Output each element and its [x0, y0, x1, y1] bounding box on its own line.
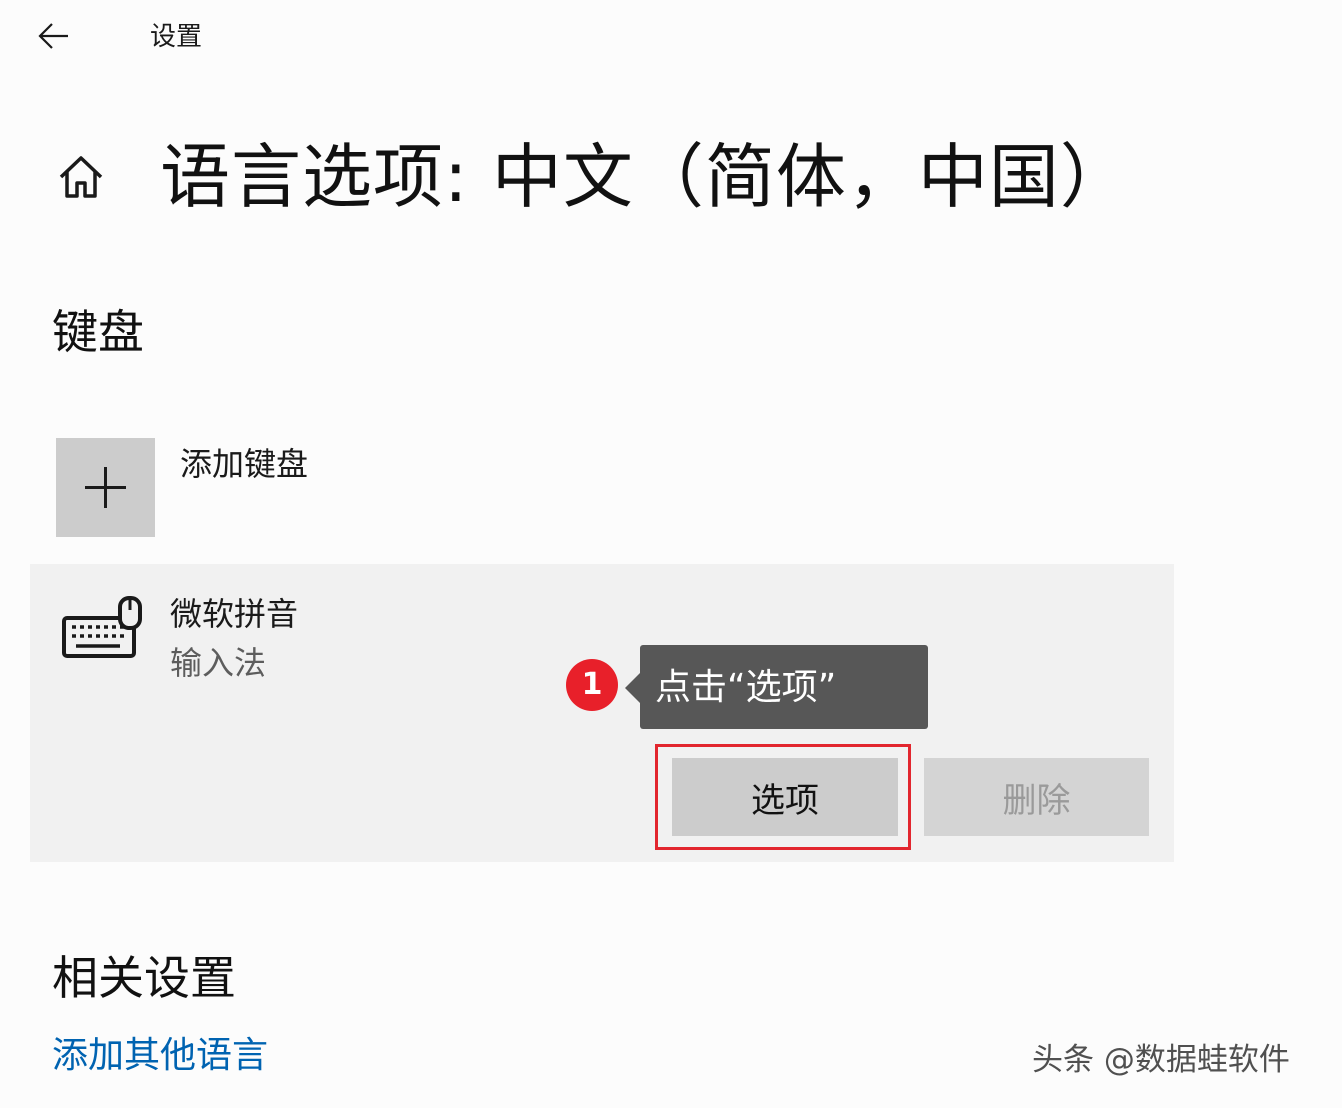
- keyboard-section-heading: 键盘: [52, 305, 144, 359]
- add-keyboard-label[interactable]: 添加键盘: [180, 444, 308, 484]
- tooltip-text: 点击“选项”: [655, 667, 837, 708]
- options-button[interactable]: 选项: [672, 758, 898, 836]
- plus-icon: [85, 467, 126, 508]
- window-title: 设置: [150, 22, 203, 52]
- add-other-language-link[interactable]: 添加其他语言: [52, 1034, 268, 1078]
- page-title: 语言选项: 中文（简体，中国）: [160, 136, 1131, 218]
- watermark: 头条 @数据蛙软件: [1032, 1042, 1290, 1078]
- tooltip-arrow: [625, 672, 641, 704]
- add-keyboard-tile[interactable]: [56, 438, 155, 537]
- delete-button[interactable]: 删除: [924, 758, 1149, 836]
- step-number-badge: 1: [566, 659, 618, 711]
- ime-name: 微软拼音: [170, 595, 299, 633]
- ime-type: 输入法: [170, 644, 267, 682]
- related-settings-heading: 相关设置: [52, 951, 236, 1005]
- home-icon[interactable]: [56, 152, 106, 202]
- keyboard-icon: [60, 596, 144, 662]
- back-arrow-icon[interactable]: [34, 18, 74, 54]
